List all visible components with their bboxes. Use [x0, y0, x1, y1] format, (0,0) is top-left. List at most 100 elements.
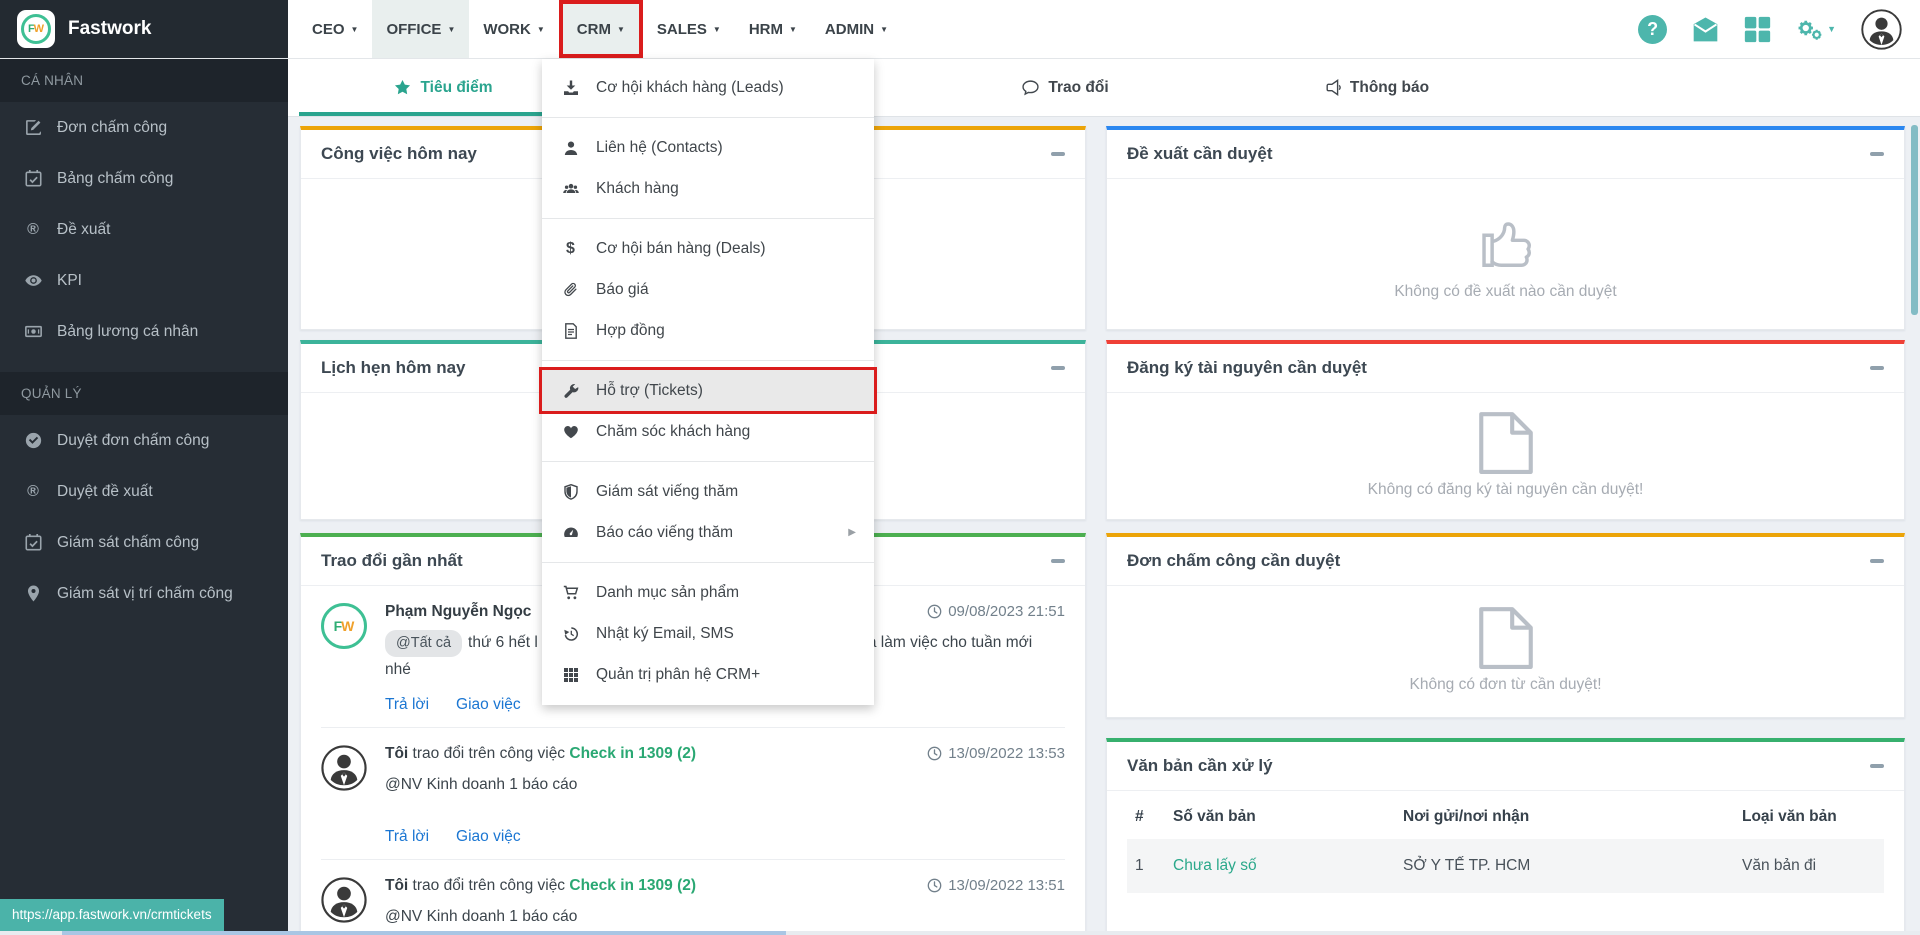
- card-timesheet-requests: Đơn chấm công cần duyệt Không có đơn từ …: [1106, 533, 1905, 718]
- feed-item: Tôi trao đổi trên công việc Check in 130…: [321, 860, 1065, 935]
- calendar-check-icon: [21, 534, 45, 551]
- card-resource-requests: Đăng ký tài nguyên cần duyệt Không có đă…: [1106, 340, 1905, 520]
- menu-item[interactable]: Hỗ trợ (Tickets): [542, 370, 874, 411]
- doc-index: 1: [1127, 839, 1165, 893]
- menu-item[interactable]: Hợp đồng: [542, 310, 874, 351]
- menu-item-label: Chăm sóc khách hàng: [596, 423, 750, 441]
- menu-item[interactable]: Quản trị phân hệ CRM+: [542, 654, 874, 695]
- collapse-card-button[interactable]: [1870, 152, 1884, 156]
- sidebar-item-label: Duyệt đề xuất: [57, 483, 153, 501]
- horizontal-scrollbar[interactable]: [0, 931, 1920, 935]
- feed-action-link[interactable]: Trả lời: [385, 696, 429, 714]
- doc-number-link[interactable]: Chưa lấy số: [1173, 857, 1257, 874]
- fastwork-logo-ring: FW: [21, 14, 51, 44]
- tab-thong-bao[interactable]: Thông báo: [1221, 59, 1532, 116]
- empty-state: Không có đơn từ cần duyệt!: [1107, 586, 1904, 713]
- grid-icon: [560, 667, 581, 683]
- menu-item[interactable]: Giám sát viếng thăm: [542, 471, 874, 512]
- menu-item[interactable]: Liên hệ (Contacts): [542, 127, 874, 168]
- edit-icon: [21, 119, 45, 136]
- collapse-card-button[interactable]: [1870, 366, 1884, 370]
- file-icon: [1477, 410, 1535, 476]
- sidebar-item[interactable]: Giám sát chấm công: [0, 517, 288, 568]
- nav-item-ceo[interactable]: CEO▼: [298, 0, 372, 58]
- check-circle-icon: [21, 432, 45, 449]
- crm-dropdown-menu: Cơ hội khách hàng (Leads) Liên hệ (Contac…: [542, 59, 874, 705]
- menu-divider: [542, 117, 874, 118]
- empty-state-text: Không có đề xuất nào cần duyệt: [1394, 283, 1616, 301]
- menu-item-label: Cơ hội bán hàng (Deals): [596, 240, 766, 258]
- collapse-card-button[interactable]: [1870, 764, 1884, 768]
- leads-icon: [560, 80, 581, 96]
- feed-timestamp: 09/08/2023 21:51: [927, 603, 1065, 620]
- top-nav: CEO▼OFFICE▼WORK▼CRM▼SALES▼HRM▼ADMIN▼: [298, 0, 902, 58]
- menu-item[interactable]: Danh mục sản phẩm: [542, 572, 874, 613]
- sidebar-item[interactable]: KPI: [0, 255, 288, 306]
- settings-gears-icon[interactable]: ▼: [1796, 16, 1836, 43]
- sidebar-item[interactable]: Bảng lương cá nhân: [0, 306, 288, 357]
- sidebar-item[interactable]: ®Đề xuất: [0, 204, 288, 255]
- nav-item-sales[interactable]: SALES▼: [643, 0, 735, 58]
- menu-item[interactable]: Khách hàng: [542, 168, 874, 209]
- task-link[interactable]: Check in 1309 (2): [569, 877, 696, 894]
- mail-icon[interactable]: [1692, 16, 1719, 43]
- tab-label: Thông báo: [1350, 79, 1429, 97]
- nav-item-work[interactable]: WORK▼: [469, 0, 558, 58]
- feed-action-link[interactable]: Trả lời: [385, 828, 429, 846]
- apps-grid-icon[interactable]: [1744, 16, 1771, 43]
- menu-item[interactable]: $Cơ hội bán hàng (Deals): [542, 228, 874, 269]
- feed-item-main: Tôi trao đổi trên công việc Check in 130…: [385, 877, 1065, 930]
- menu-item-label: Hợp đồng: [596, 322, 665, 340]
- feed-action-link[interactable]: Giao việc: [456, 828, 521, 846]
- feed-title: Tôi trao đổi trên công việc Check in 130…: [385, 745, 696, 763]
- menu-item[interactable]: Báo giá: [542, 269, 874, 310]
- menu-item[interactable]: Báo cáo viếng thăm▶: [542, 512, 874, 553]
- user-avatar[interactable]: [1861, 9, 1902, 50]
- megaphone-icon: [1324, 79, 1341, 96]
- card-title: Đề xuất cần duyệt: [1127, 144, 1273, 164]
- nav-item-admin[interactable]: ADMIN▼: [811, 0, 902, 58]
- card-title: Đơn chấm công cần duyệt: [1127, 551, 1340, 571]
- sidebar-section-label: QUẢN LÝ: [0, 372, 288, 415]
- collapse-card-button[interactable]: [1051, 152, 1065, 156]
- paperclip-icon: [560, 282, 581, 298]
- sidebar-item[interactable]: Bảng chấm công: [0, 153, 288, 204]
- heart-icon: [560, 424, 581, 440]
- collapse-card-button[interactable]: [1051, 366, 1065, 370]
- menu-item[interactable]: Chăm sóc khách hàng: [542, 411, 874, 452]
- chevron-down-icon: ▼: [713, 25, 721, 34]
- nav-item-office[interactable]: OFFICE▼: [372, 0, 469, 58]
- doc-row[interactable]: 1Chưa lấy sốSỞ Y TẾ TP. HCMVăn bản đi: [1127, 839, 1884, 893]
- nav-item-crm[interactable]: CRM▼: [559, 0, 643, 58]
- menu-item-label: Danh mục sản phẩm: [596, 584, 739, 602]
- collapse-card-button[interactable]: [1051, 559, 1065, 563]
- menu-item[interactable]: Cơ hội khách hàng (Leads): [542, 67, 874, 108]
- cart-icon: [560, 585, 581, 601]
- sidebar-item[interactable]: ®Duyệt đề xuất: [0, 466, 288, 517]
- sidebar-item[interactable]: Đơn chấm công: [0, 102, 288, 153]
- eye-icon: [21, 272, 45, 289]
- menu-item[interactable]: Nhật ký Email, SMS: [542, 613, 874, 654]
- collapse-card-button[interactable]: [1870, 559, 1884, 563]
- brand[interactable]: FW Fastwork: [0, 0, 288, 58]
- feed-action-link[interactable]: Giao việc: [456, 696, 521, 714]
- horizontal-scrollbar-thumb[interactable]: [62, 931, 786, 935]
- card-proposals-to-approve: Đề xuất cần duyệt Không có đề xuất nào c…: [1106, 126, 1905, 330]
- chevron-down-icon: ▼: [617, 25, 625, 34]
- vertical-scrollbar-thumb[interactable]: [1911, 125, 1918, 315]
- tab-trao-doi[interactable]: Trao đổi: [910, 59, 1221, 116]
- task-link[interactable]: Check in 1309 (2): [569, 745, 696, 762]
- menu-item-label: Báo giá: [596, 281, 649, 299]
- sidebar-item[interactable]: Duyệt đơn chấm công: [0, 415, 288, 466]
- feed-item: Tôi trao đổi trên công việc Check in 130…: [321, 728, 1065, 860]
- menu-item-label: Liên hệ (Contacts): [596, 139, 723, 157]
- card-title: Trao đổi gần nhất: [321, 551, 463, 571]
- help-icon[interactable]: ?: [1638, 15, 1667, 44]
- nav-item-hrm[interactable]: HRM▼: [735, 0, 811, 58]
- chevron-down-icon: ▼: [789, 25, 797, 34]
- card-title: Đăng ký tài nguyên cần duyệt: [1127, 358, 1367, 378]
- sidebar-item[interactable]: Giám sát vị trí chấm công: [0, 568, 288, 619]
- fastwork-logo-icon: FW: [17, 10, 55, 48]
- empty-state: Không có đăng ký tài nguyên cần duyệt!: [1107, 393, 1904, 515]
- clock-icon: [927, 604, 942, 619]
